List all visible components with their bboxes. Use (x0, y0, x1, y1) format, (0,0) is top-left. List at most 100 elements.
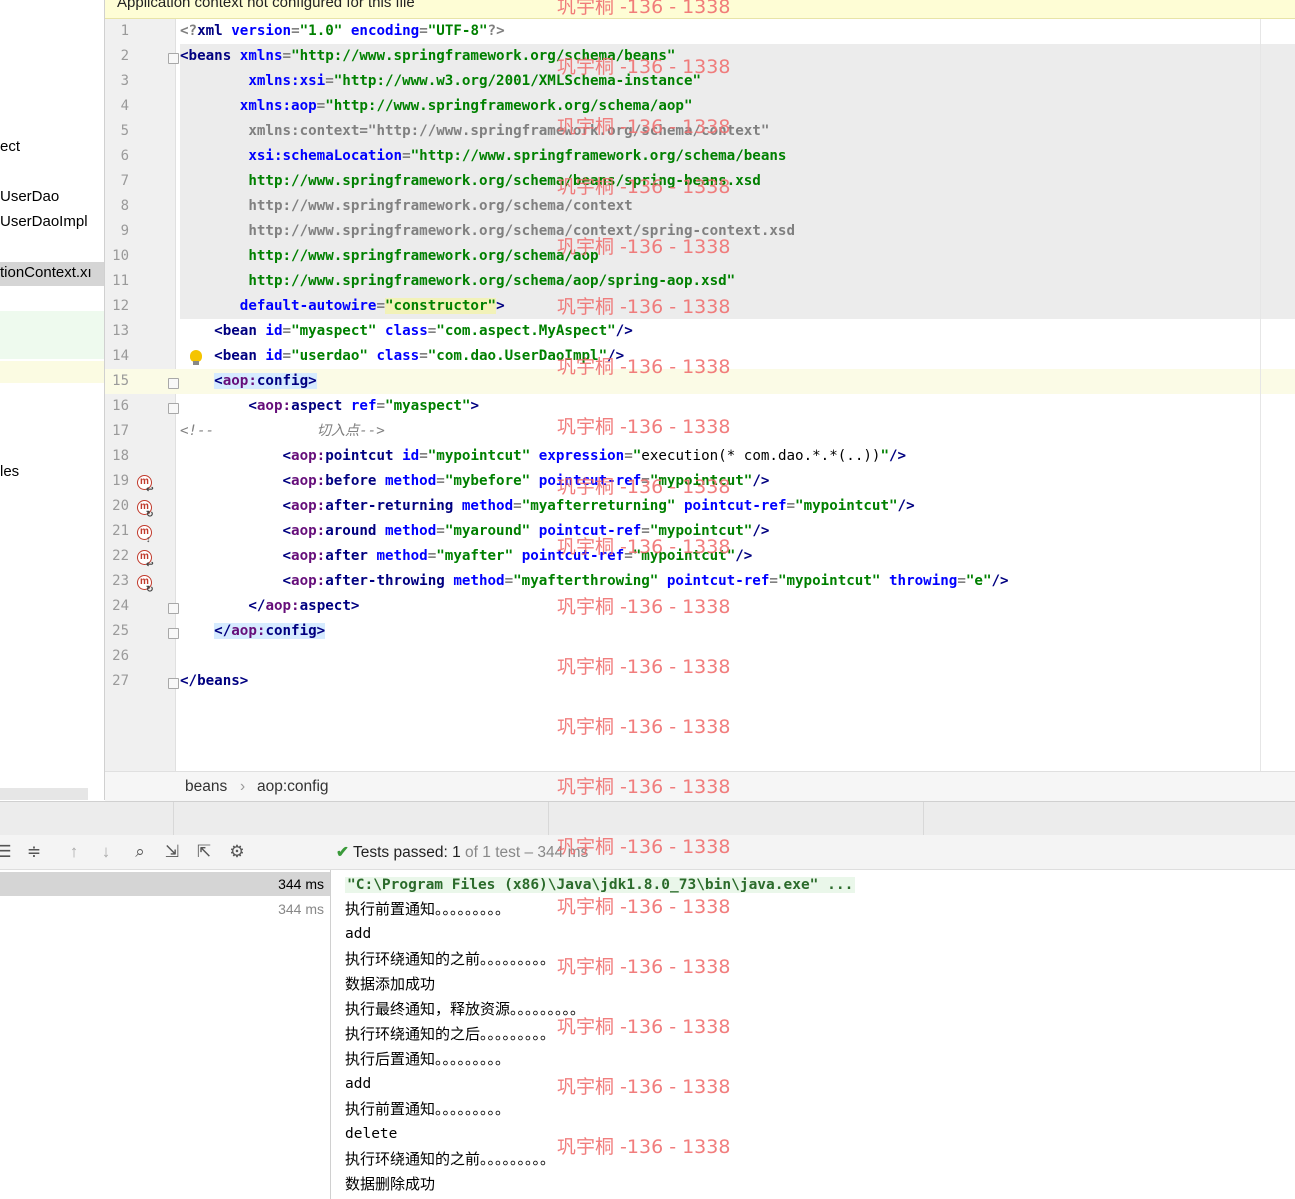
line-number: 23 (112, 573, 129, 589)
tree-item-applicationcontext[interactable]: tionContext.xı (0, 262, 104, 286)
line-number: 5 (120, 123, 129, 139)
line-number: 6 (120, 148, 129, 164)
code-line-9: http://www.springframework.org/schema/co… (248, 223, 796, 239)
advice-gutter-icon[interactable]: m ↻ (137, 575, 154, 594)
line-number: 13 (112, 323, 129, 339)
breadcrumb-separator: › (240, 778, 246, 795)
horizontal-scrollbar[interactable] (0, 788, 88, 800)
line-number: 27 (112, 673, 129, 689)
expand-all-icon[interactable]: ≑ (24, 843, 44, 861)
tree-item-userdaoimpl[interactable]: UserDaoImpl (0, 213, 88, 230)
console-line: 执行前置通知。。。。。。。。。 (345, 901, 511, 918)
fold-marker-icon[interactable] (168, 378, 179, 389)
line-number: 4 (120, 98, 129, 114)
run-toolbar: ☰ ≑ ↑ ↓ ⌕ ⇲ ⇱ ⚙ ✔ Tests passed: 1 of 1 te… (0, 835, 1295, 870)
breadcrumb-item-aop-config[interactable]: aop:config (257, 778, 329, 796)
line-number: 3 (120, 73, 129, 89)
code-line-16: <aop:aspect ref="myaspect"> (248, 398, 479, 414)
code-line-11: http://www.springframework.org/schema/ao… (248, 273, 736, 289)
import-icon[interactable]: ⇲ (162, 843, 182, 861)
advice-gutter-icon[interactable]: m ↩ (137, 550, 154, 569)
line-number: 22 (112, 548, 129, 564)
code-line-7: http://www.springframework.org/schema/be… (248, 173, 761, 189)
code-line-17: <!-- 切入点--> (180, 423, 385, 439)
code-line-15: <aop:config> (214, 373, 317, 389)
run-panel-header (0, 801, 1295, 836)
advice-gutter-icon[interactable]: m ↕ (137, 525, 152, 544)
code-line-2: <beans xmlns="http://www.springframework… (180, 48, 676, 64)
breadcrumb: beans › aop:config (105, 771, 1295, 802)
line-number: 8 (120, 198, 129, 214)
console-line: add (345, 926, 372, 942)
test-results-tree[interactable]: 344 ms 344 ms (0, 870, 331, 1199)
fold-marker-icon[interactable] (168, 603, 179, 614)
fold-marker-icon[interactable] (168, 53, 179, 64)
line-number: 24 (112, 598, 129, 614)
tree-item-userdao[interactable]: UserDao (0, 188, 59, 205)
line-number: 2 (120, 48, 129, 64)
test-status: ✔ Tests passed: 1 of 1 test – 344 ms (336, 844, 589, 861)
right-margin-guide (1260, 19, 1261, 771)
code-line-23: <aop:after-throwing method="myafterthrow… (282, 573, 1009, 589)
console-output[interactable]: "C:\Program Files (x86)\Java\jdk1.8.0_73… (331, 870, 1295, 1199)
line-number: 19 (112, 473, 129, 489)
line-number: 9 (120, 223, 129, 239)
console-line: "C:\Program Files (x86)\Java\jdk1.8.0_73… (345, 877, 856, 893)
collapse-all-icon[interactable]: ☰ (0, 843, 14, 861)
history-icon[interactable]: ⌕ (130, 843, 150, 861)
line-number: 26 (112, 648, 129, 664)
line-number: 20 (112, 498, 129, 514)
code-line-10: http://www.springframework.org/schema/ao… (248, 248, 599, 264)
fold-marker-icon[interactable] (168, 403, 179, 414)
banner-text: Application context not configured for t… (117, 0, 415, 11)
code-line-24: </aop:aspect> (248, 598, 360, 614)
code-line-14: <bean id="userdao" class="com.dao.UserDa… (214, 348, 625, 364)
settings-icon[interactable]: ⚙ (227, 843, 247, 861)
breadcrumb-item-beans[interactable]: beans (185, 778, 227, 796)
line-number: 12 (112, 298, 129, 314)
console-line: delete (345, 1126, 398, 1142)
console-line: 执行前置通知。。。。。。。。。 (345, 1101, 511, 1118)
line-number: 25 (112, 623, 129, 639)
advice-gutter-icon[interactable]: m ↻ (137, 500, 154, 519)
line-number: 14 (112, 348, 129, 364)
fold-marker-icon[interactable] (168, 678, 179, 689)
console-line: 执行最终通知，释放资源。。。。。。。。。 (345, 1001, 586, 1018)
code-line-5: xmlns:context="http://www.springframewor… (248, 123, 770, 139)
tree-highlight-yellow (0, 361, 104, 383)
code-line-22: <aop:after method="myafter" pointcut-ref… (282, 548, 753, 564)
code-line-21: <aop:around method="myaround" pointcut-r… (282, 523, 770, 539)
console-line: 数据删除成功 (345, 1176, 436, 1193)
project-tree-panel[interactable]: ect UserDao UserDaoImpl tionContext.xı l… (0, 0, 105, 800)
tree-item-project[interactable]: ect (0, 138, 20, 155)
code-line-1: <?xml version="1.0" encoding="UTF-8"?> (180, 23, 505, 39)
export-icon[interactable]: ⇱ (194, 843, 214, 861)
line-number: 10 (112, 248, 129, 264)
code-line-25: </aop:config> (214, 623, 326, 639)
code-line-27: </beans> (180, 673, 249, 689)
code-line-19: <aop:before method="mybefore" pointcut-r… (282, 473, 770, 489)
check-icon: ✔ (336, 844, 349, 861)
down-arrow-icon[interactable]: ↓ (96, 843, 116, 861)
code-line-20: <aop:after-returning method="myafterretu… (282, 498, 915, 514)
code-line-8: http://www.springframework.org/schema/co… (248, 198, 633, 214)
line-number: 7 (120, 173, 129, 189)
line-number: 1 (120, 23, 129, 39)
advice-gutter-icon[interactable]: m ↩ (137, 475, 154, 494)
test-tree-row[interactable]: 344 ms (0, 872, 330, 896)
code-line-3: xmlns:xsi="http://www.w3.org/2001/XMLSch… (248, 73, 702, 89)
fold-marker-icon[interactable] (168, 628, 179, 639)
tree-item-files[interactable]: les (0, 463, 19, 480)
line-number: 18 (112, 448, 129, 464)
test-tree-row[interactable]: 344 ms (0, 897, 330, 921)
console-line: 执行环绕通知的之后。。。。。。。。。 (345, 1026, 556, 1043)
console-line: 执行后置通知。。。。。。。。。 (345, 1051, 511, 1068)
code-line-4: xmlns:aop="http://www.springframework.or… (239, 98, 693, 114)
up-arrow-icon[interactable]: ↑ (64, 843, 84, 861)
console-line: add (345, 1076, 372, 1092)
editor-notification-banner: Application context not configured for t… (105, 0, 1295, 19)
code-line-13: <bean id="myaspect" class="com.aspect.My… (214, 323, 633, 339)
code-line-12: default-autowire="constructor"> (239, 298, 505, 314)
console-line: 执行环绕通知的之前。。。。。。。。。 (345, 951, 556, 968)
console-line: 执行环绕通知的之前。。。。。。。。。 (345, 1151, 556, 1168)
